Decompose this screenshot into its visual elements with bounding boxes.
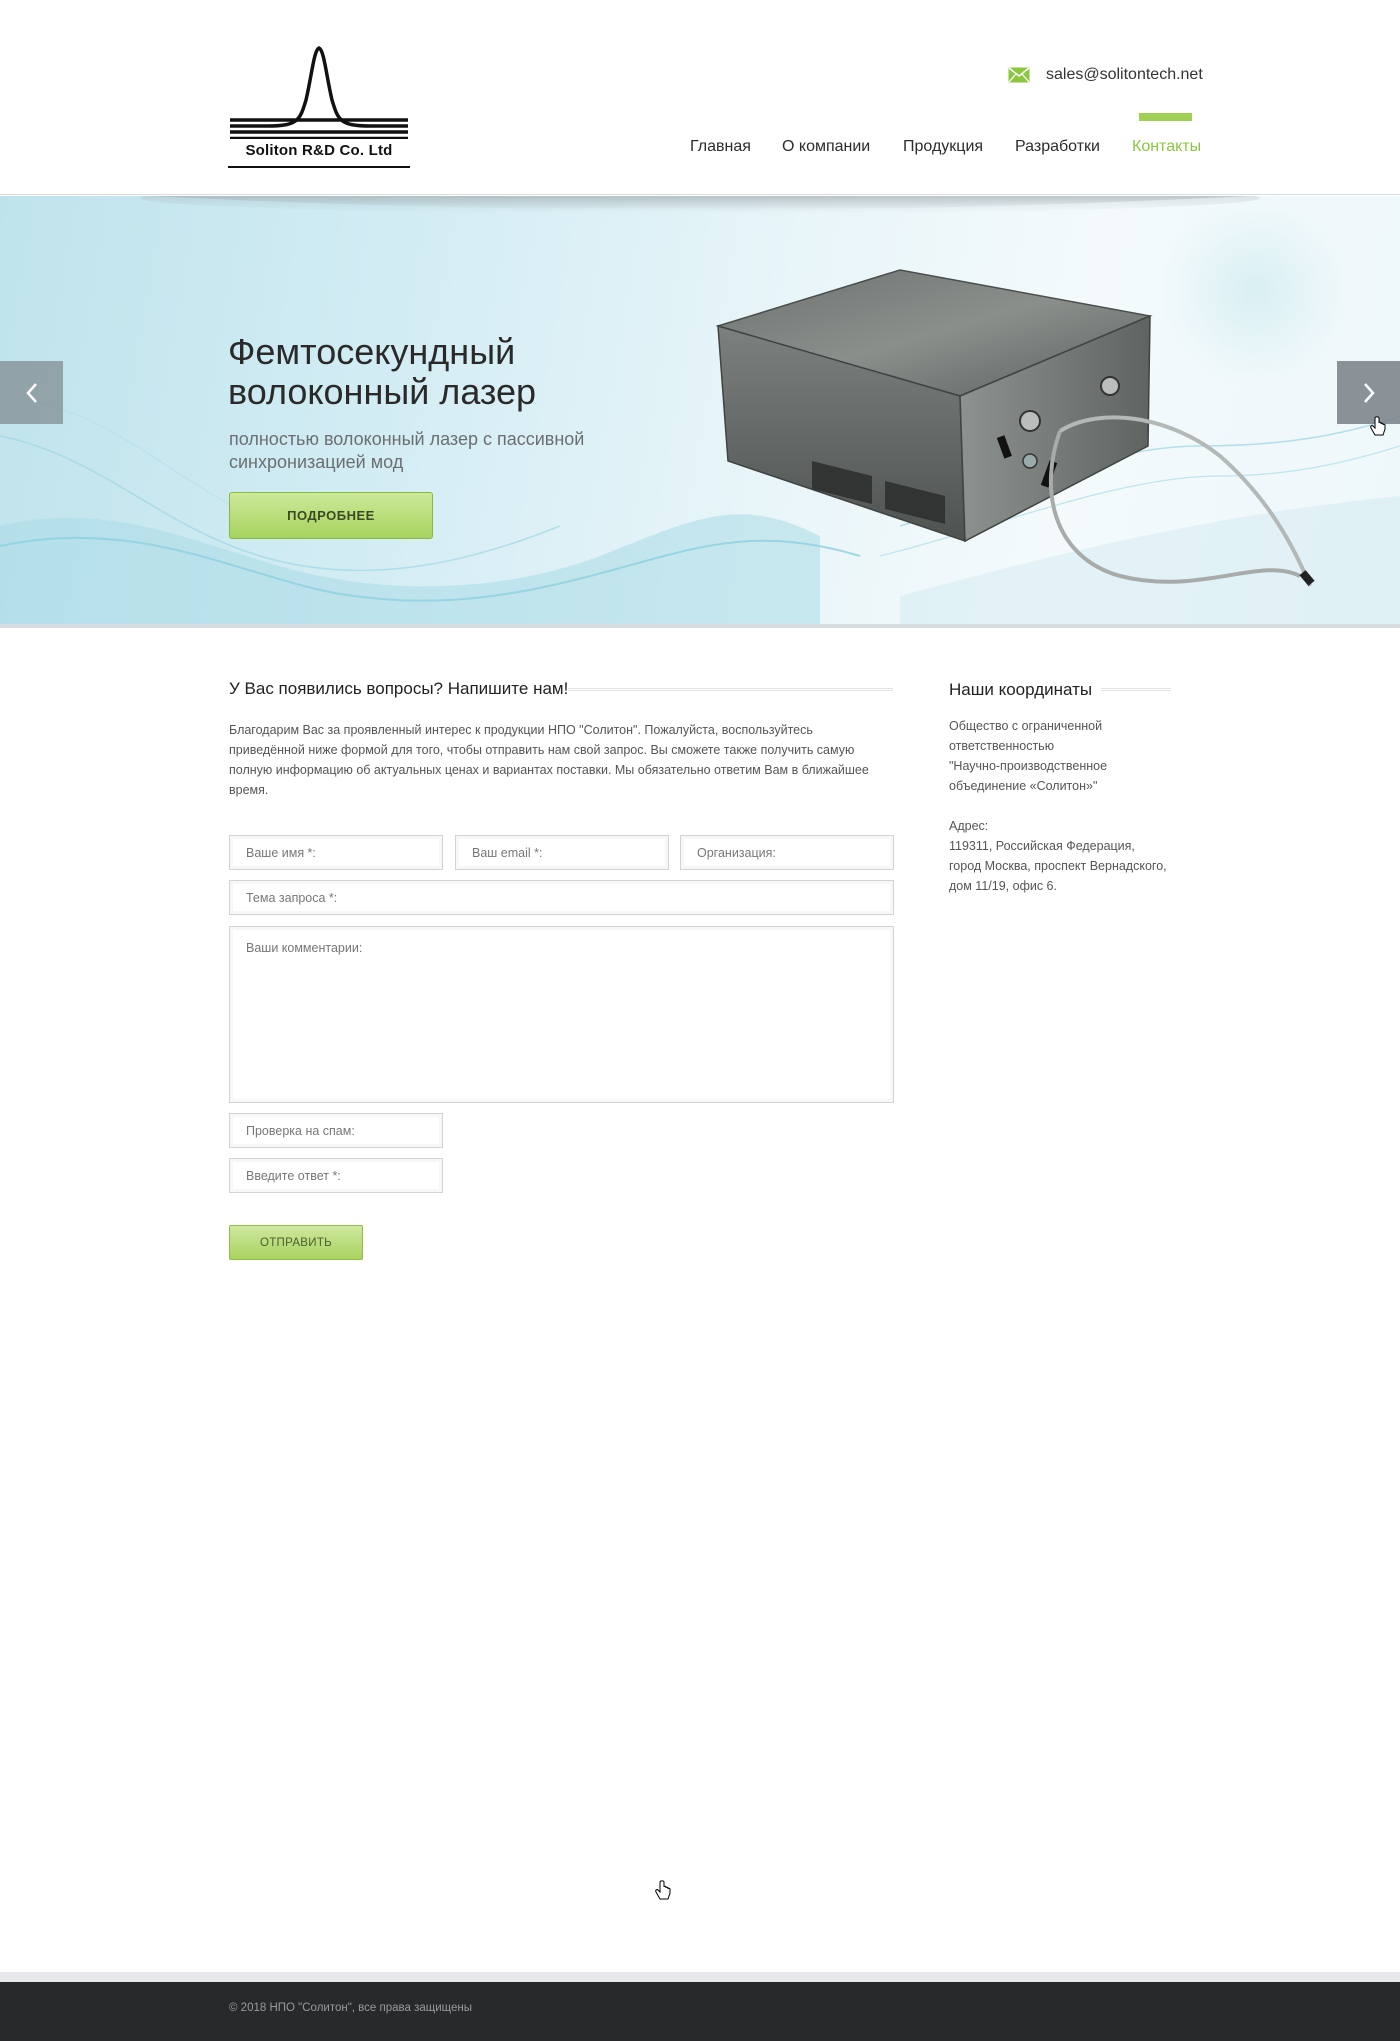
- form-title-divider: [568, 688, 893, 691]
- hand-cursor-icon: [655, 1880, 671, 1900]
- company-line: "Научно-производственное: [949, 759, 1108, 773]
- nav-item-home[interactable]: Главная: [690, 138, 751, 156]
- nav-item-about[interactable]: О компании: [782, 138, 870, 156]
- nav-item-products[interactable]: Продукция: [903, 138, 983, 156]
- laser-device-image: [715, 269, 1315, 587]
- subject-input[interactable]: [229, 880, 894, 915]
- copyright-text: © 2018 НПО "Солитон", все права защищены: [229, 2002, 472, 2014]
- form-section-title: У Вас появились вопросы? Напишите нам!: [229, 679, 569, 698]
- comments-textarea[interactable]: [229, 926, 894, 1103]
- logo-underline: [228, 166, 410, 168]
- hand-cursor-icon: [1370, 416, 1386, 436]
- address: Адрес: 119311, Российская Федерация, гор…: [949, 816, 1189, 896]
- slider-next-button[interactable]: [1337, 361, 1400, 424]
- site-footer: © 2018 НПО "Солитон", все права защищены: [0, 1982, 1400, 2041]
- name-input[interactable]: [229, 835, 443, 870]
- header-email[interactable]: sales@solitontech.net: [1008, 63, 1203, 87]
- company-line: Общество с ограниченной: [949, 719, 1103, 733]
- coordinates-title: Наши координаты: [949, 680, 1093, 699]
- nav-item-contacts[interactable]: Контакты: [1132, 138, 1201, 156]
- address-line: дом 11/19, офис 6.: [949, 879, 1057, 893]
- site-header: Soliton R&D Co. Ltd sales@solitontech.ne…: [0, 0, 1400, 195]
- nav-item-developments[interactable]: Разработки: [1015, 138, 1100, 156]
- slider-prev-button[interactable]: [0, 361, 63, 424]
- company-name: Общество с ограниченной ответственностью…: [949, 716, 1189, 796]
- address-line: 119311, Российская Федерация,: [949, 839, 1135, 853]
- more-details-button[interactable]: ПОДРОБНЕЕ: [229, 492, 433, 539]
- address-line: город Москва, проспект Вернадского,: [949, 859, 1167, 873]
- logo-soliton-graphic: [230, 46, 408, 140]
- coordinates-title-divider: [1101, 688, 1171, 691]
- company-line: объединение «Солитон»": [949, 779, 1098, 793]
- form-intro-text: Благодарим Вас за проявленный интерес к …: [229, 723, 869, 797]
- address-label: Адрес:: [949, 819, 989, 833]
- email-input[interactable]: [455, 835, 669, 870]
- slide-title: Фемтосекундный волоконный лазер: [228, 331, 537, 412]
- main-nav: Главная О компании Продукция Разработки …: [0, 138, 1400, 166]
- chevron-left-icon: [25, 382, 37, 403]
- active-nav-indicator: [1139, 113, 1192, 121]
- coordinates-block: Общество с ограниченной ответственностью…: [949, 716, 1189, 916]
- slide-subtitle: полностью волоконный лазер с пассивной с…: [229, 429, 585, 472]
- organization-input[interactable]: [680, 835, 894, 870]
- company-line: ответственностью: [949, 739, 1055, 753]
- envelope-icon: [1008, 67, 1030, 83]
- hero-slider: Фемтосекундный волоконный лазер полность…: [0, 196, 1400, 628]
- chevron-right-icon: [1363, 382, 1375, 403]
- footer-top-strip: [0, 1972, 1400, 1982]
- spam-check-field[interactable]: [229, 1113, 443, 1148]
- answer-input[interactable]: [229, 1158, 443, 1193]
- submit-button[interactable]: ОТПРАВИТЬ: [229, 1225, 363, 1260]
- email-link[interactable]: sales@solitontech.net: [1046, 66, 1203, 84]
